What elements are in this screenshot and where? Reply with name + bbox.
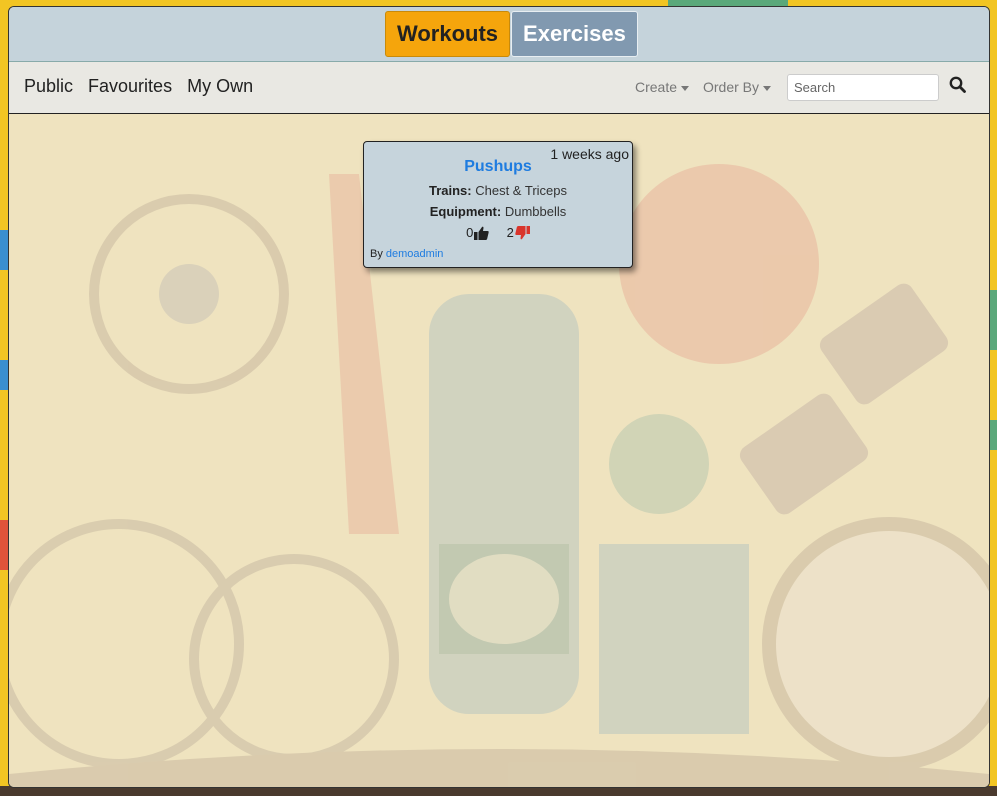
search-button[interactable]	[949, 76, 969, 96]
caret-down-icon	[763, 85, 772, 91]
equipment-label: Equipment:	[429, 204, 502, 219]
create-dropdown[interactable]: Create	[635, 79, 690, 95]
top-bar: Workouts Exercises	[9, 7, 989, 62]
tab-exercises[interactable]: Exercises	[511, 11, 638, 57]
search-input[interactable]	[787, 74, 939, 101]
thumbs-down-icon	[515, 225, 530, 239]
trains-value: Chest & Triceps	[475, 183, 567, 198]
exercise-card[interactable]: 1 weeks ago Pushups Trains: Chest & Tric…	[363, 141, 633, 268]
dislike-button[interactable]: 2	[507, 225, 530, 240]
trains-label: Trains:	[428, 183, 472, 198]
order-by-dropdown-label: Order By	[703, 79, 760, 95]
card-byline: By demoadmin	[370, 248, 443, 260]
like-button[interactable]: 0	[466, 225, 490, 240]
app-window: Workouts Exercises Public Favourites My …	[8, 6, 990, 788]
search-icon	[949, 76, 966, 93]
author-link[interactable]: demoadmin	[386, 248, 443, 260]
tab-workouts[interactable]: Workouts	[385, 11, 511, 57]
order-by-dropdown[interactable]: Order By	[703, 79, 772, 95]
filter-navbar: Public Favourites My Own Create Order By	[9, 62, 989, 115]
nav-link-favourites[interactable]: Favourites	[88, 76, 172, 97]
nav-link-my-own[interactable]: My Own	[187, 76, 253, 97]
card-trains: Trains: Chest & Triceps	[364, 183, 632, 198]
create-dropdown-label: Create	[635, 79, 678, 95]
nav-link-public[interactable]: Public	[24, 76, 73, 97]
vote-row: 0 2	[364, 225, 632, 240]
content-area: 1 weeks ago Pushups Trains: Chest & Tric…	[9, 114, 989, 787]
dislike-count: 2	[506, 225, 514, 240]
like-count: 0	[466, 225, 474, 240]
thumbs-up-icon	[474, 226, 490, 240]
section-tabs: Workouts Exercises	[385, 11, 638, 57]
filter-links: Public Favourites My Own	[24, 76, 268, 97]
by-label: By	[370, 248, 383, 260]
card-title[interactable]: Pushups	[364, 158, 632, 176]
card-equipment: Equipment: Dumbbells	[364, 204, 632, 219]
caret-down-icon	[681, 85, 690, 91]
equipment-value: Dumbbells	[504, 204, 567, 219]
